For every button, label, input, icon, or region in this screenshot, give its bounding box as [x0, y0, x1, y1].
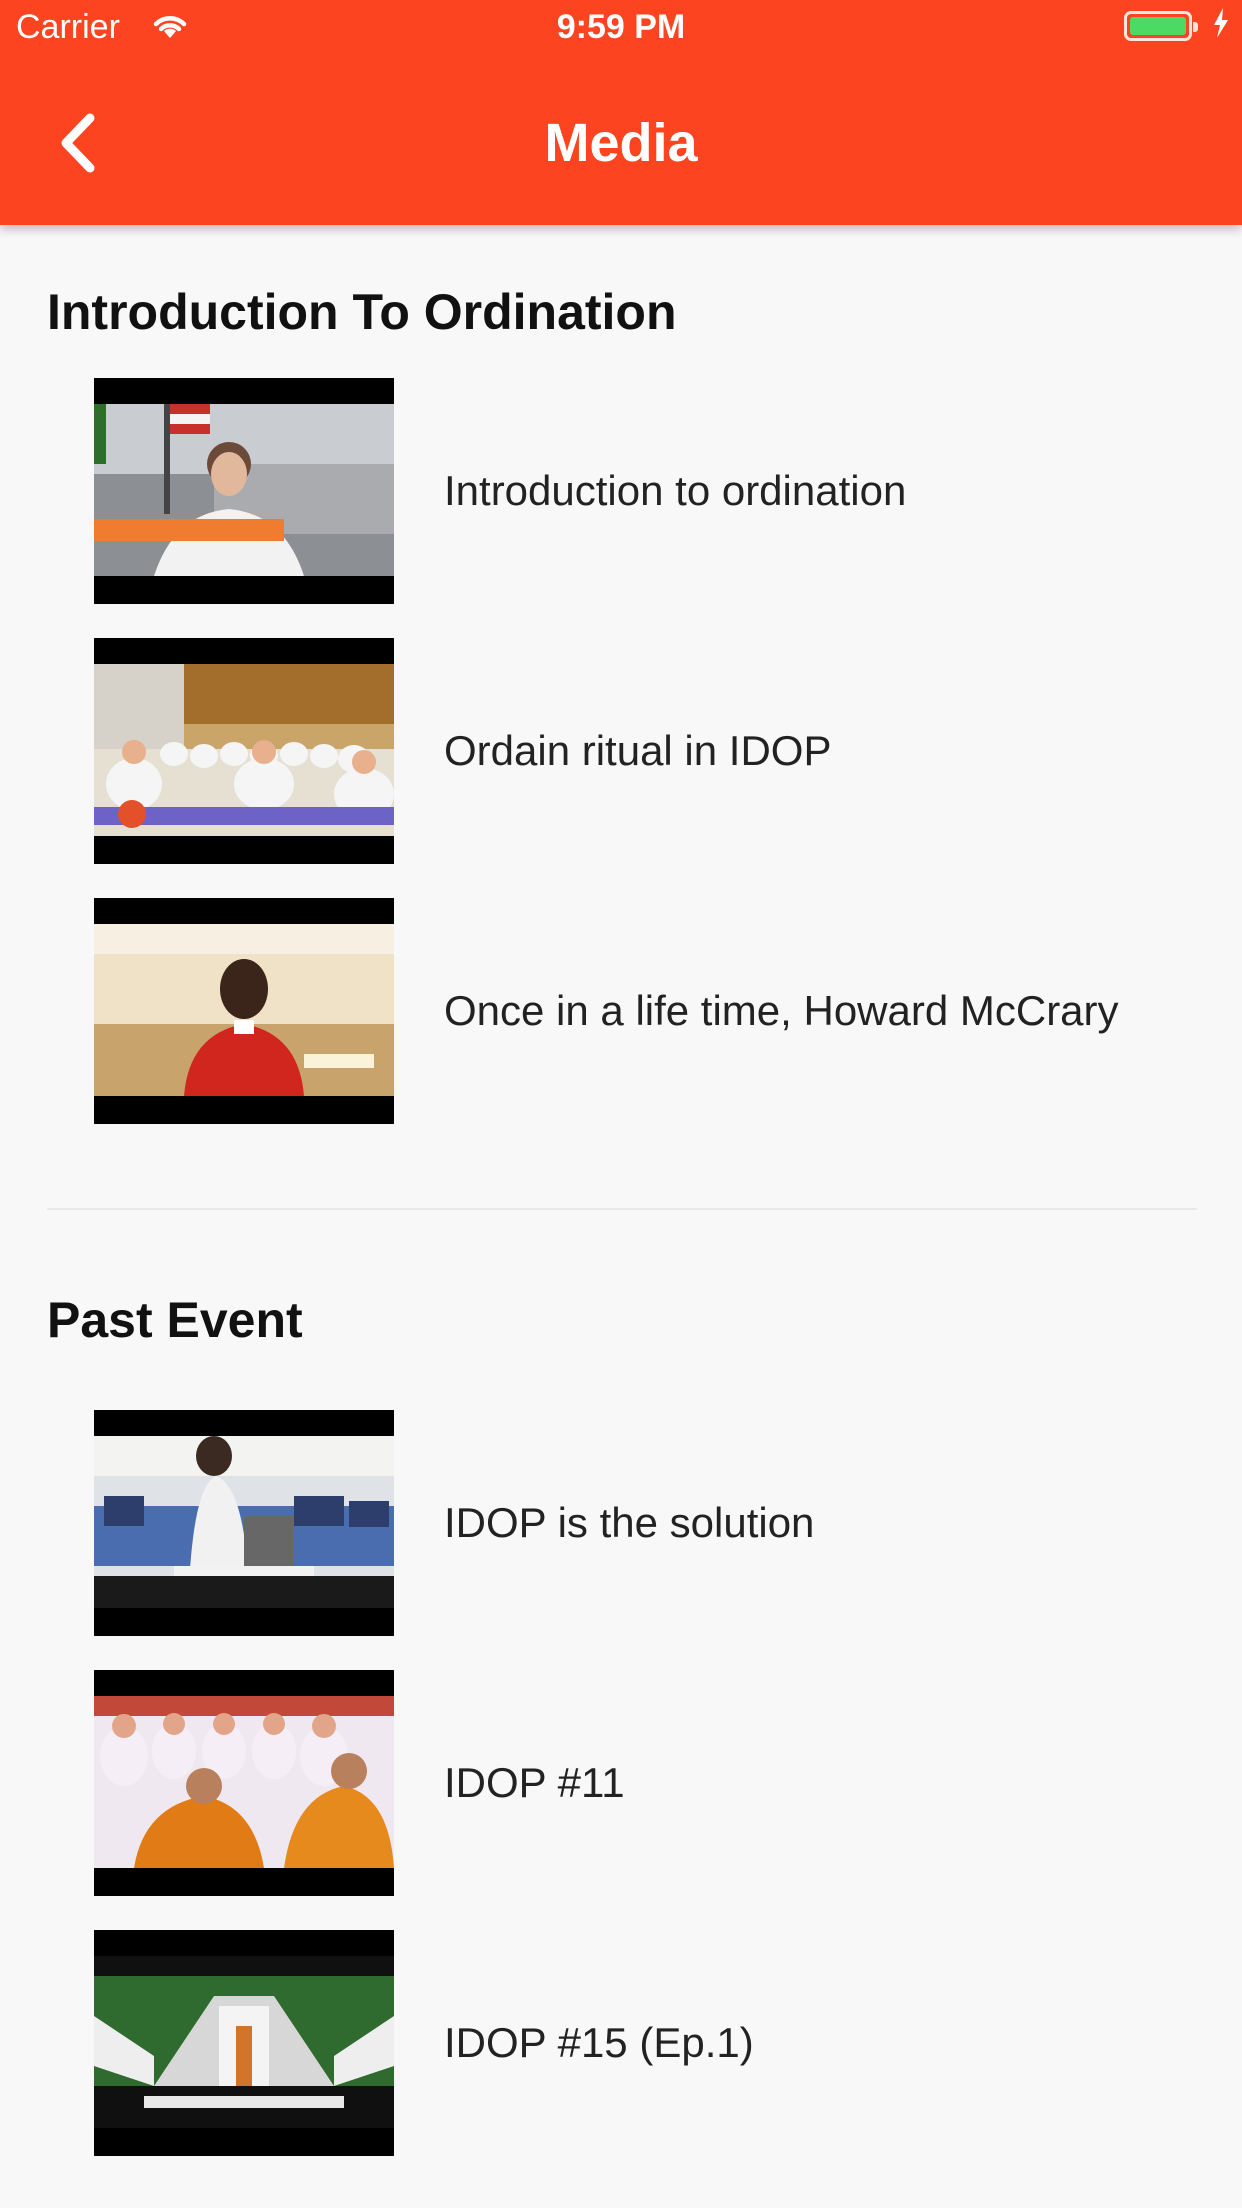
video-title: Once in a life time, Howard McCrary — [444, 987, 1119, 1034]
battery-icon — [1124, 11, 1198, 41]
video-item[interactable]: Once in a life time, Howard McCrary — [94, 898, 1194, 1124]
video-thumbnail — [94, 378, 394, 604]
page-title: Media — [544, 113, 698, 173]
app-bar: Carrier 9:59 PM Media — [0, 0, 1242, 225]
video-item[interactable]: Introduction to ordination — [94, 378, 1194, 604]
section-divider — [47, 1208, 1197, 1210]
status-time: 9:59 PM — [556, 8, 686, 46]
video-item[interactable]: IDOP #11 — [94, 1670, 1194, 1896]
status-bar: Carrier 9:59 PM — [0, 0, 1242, 56]
video-item[interactable]: Ordain ritual in IDOP — [94, 638, 1194, 864]
video-thumbnail — [94, 638, 394, 864]
video-item[interactable]: IDOP is the solution — [94, 1410, 1194, 1636]
video-title: Ordain ritual in IDOP — [444, 727, 832, 774]
video-title: Introduction to ordination — [444, 467, 907, 514]
section-title-introduction: Introduction To Ordination — [47, 284, 677, 340]
video-title: IDOP #15 (Ep.1) — [444, 2019, 754, 2066]
video-title: IDOP is the solution — [444, 1499, 815, 1546]
video-title: IDOP #11 — [444, 1759, 625, 1806]
video-thumbnail — [94, 1670, 394, 1896]
charging-bolt-icon — [1212, 8, 1230, 47]
video-thumbnail — [94, 1410, 394, 1636]
video-thumbnail — [94, 1930, 394, 2156]
video-thumbnail — [94, 898, 394, 1124]
section-title-past-event: Past Event — [47, 1292, 303, 1348]
video-item[interactable]: IDOP #15 (Ep.1) — [94, 1930, 1194, 2156]
